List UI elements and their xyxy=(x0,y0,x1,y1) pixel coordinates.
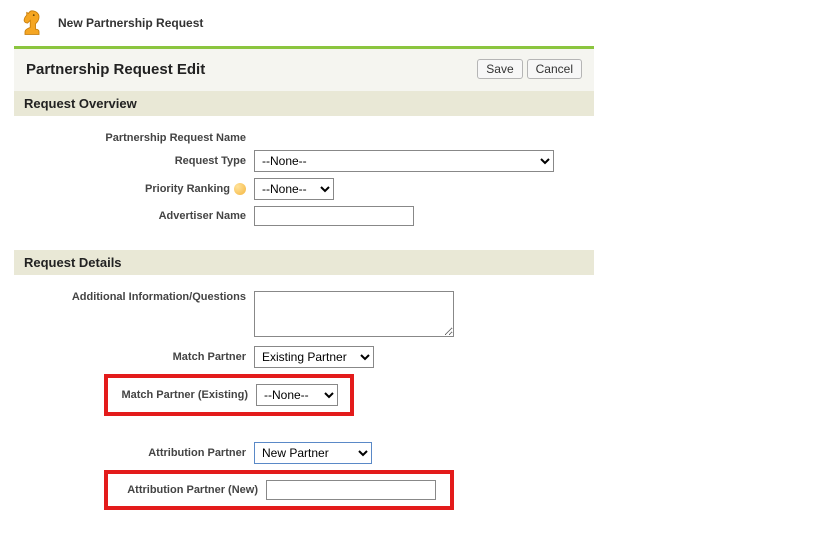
match-existing-select[interactable]: --None-- xyxy=(256,384,338,406)
section-details-body: Additional Information/Questions Match P… xyxy=(14,275,594,534)
label-priority-text: Priority Ranking xyxy=(145,183,230,195)
label-attribution-partner: Attribution Partner xyxy=(24,447,254,459)
label-attribution-new: Attribution Partner (New) xyxy=(116,484,266,496)
advertiser-input[interactable] xyxy=(254,206,414,226)
section-details-header: Request Details xyxy=(14,250,594,275)
form-header: Partnership Request Edit Save Cancel xyxy=(14,49,594,91)
label-priority: Priority Ranking xyxy=(24,183,254,195)
button-group: Save Cancel xyxy=(477,59,582,79)
label-request-name: Partnership Request Name xyxy=(24,132,254,144)
page-header: New Partnership Request xyxy=(0,0,819,46)
highlight-match-existing: Match Partner (Existing) --None-- xyxy=(104,374,354,416)
label-additional: Additional Information/Questions xyxy=(24,291,254,303)
section-overview-header: Request Overview xyxy=(14,91,594,116)
cancel-button[interactable]: Cancel xyxy=(527,59,582,79)
page-title: New Partnership Request xyxy=(58,16,203,30)
priority-select[interactable]: --None-- xyxy=(254,178,334,200)
label-match-partner: Match Partner xyxy=(24,351,254,363)
label-match-existing: Match Partner (Existing) xyxy=(116,389,256,401)
match-partner-select[interactable]: Existing Partner xyxy=(254,346,374,368)
label-advertiser: Advertiser Name xyxy=(24,210,254,222)
additional-textarea[interactable] xyxy=(254,291,454,337)
knight-icon xyxy=(18,8,46,38)
save-button[interactable]: Save xyxy=(477,59,522,79)
highlight-attribution-new: Attribution Partner (New) xyxy=(104,470,454,510)
form-title: Partnership Request Edit xyxy=(26,61,205,78)
attribution-partner-select[interactable]: New Partner xyxy=(254,442,372,464)
section-overview-body: Partnership Request Name Request Type --… xyxy=(14,116,594,250)
help-icon[interactable] xyxy=(234,183,246,195)
label-request-type: Request Type xyxy=(24,155,254,167)
request-type-select[interactable]: --None-- xyxy=(254,150,554,172)
attribution-new-input[interactable] xyxy=(266,480,436,500)
form-container: Partnership Request Edit Save Cancel Req… xyxy=(14,46,594,534)
